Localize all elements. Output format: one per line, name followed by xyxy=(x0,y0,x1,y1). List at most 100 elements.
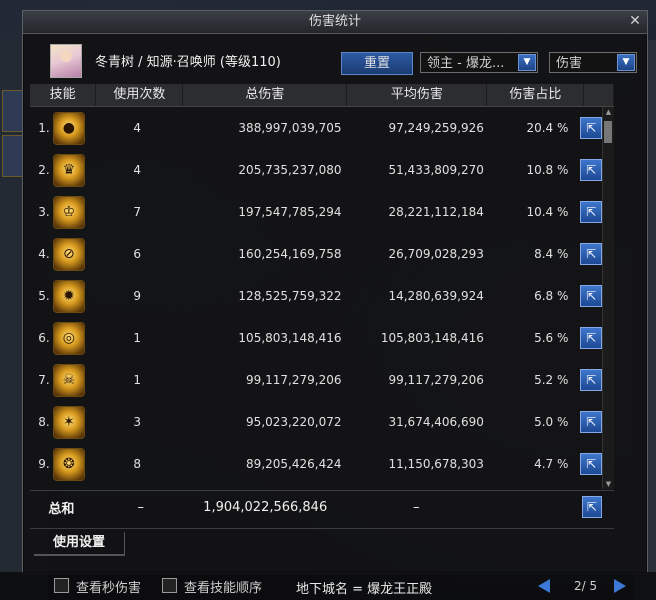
divider xyxy=(30,490,614,491)
summary-label: 总和 xyxy=(48,501,75,517)
row-uses: 3 xyxy=(133,415,141,429)
table-row[interactable]: 1. ● 4 388,997,039,705 97,249,259,926 20… xyxy=(30,107,603,149)
row-uses: 4 xyxy=(133,121,141,135)
window-titlebar[interactable]: 伤害统计 ✕ xyxy=(23,11,647,34)
share-icon[interactable]: ⇱ xyxy=(581,496,603,518)
table-scrollbar[interactable]: ▲ ▼ xyxy=(602,107,614,489)
reset-button[interactable]: 重置 xyxy=(341,52,413,75)
row-average-damage: 51,433,809,270 xyxy=(388,163,484,177)
table-row[interactable]: 7. ☠ 1 99,117,279,206 99,117,279,206 5.2… xyxy=(30,359,603,401)
row-average-damage: 26,709,028,293 xyxy=(388,247,484,261)
show-dps-label: 查看秒伤害 xyxy=(76,581,142,596)
row-uses: 9 xyxy=(133,289,141,303)
share-icon[interactable]: ⇱ xyxy=(580,453,603,475)
row-index: 3. xyxy=(38,205,50,219)
demon-face-skill-icon: ☠ xyxy=(53,364,85,396)
left-skill-slot xyxy=(2,90,24,132)
row-index: 7. xyxy=(38,373,50,387)
row-total-damage: 89,205,426,424 xyxy=(246,457,342,471)
row-total-damage: 95,023,220,072 xyxy=(246,415,342,429)
header-uses: 使用次数 xyxy=(96,84,184,106)
scroll-up-icon[interactable]: ▲ xyxy=(603,107,614,117)
rune-circle-skill-icon: ❂ xyxy=(53,448,85,480)
row-uses: 1 xyxy=(133,331,141,345)
row-damage-share: 10.4 % xyxy=(526,205,569,219)
golden-swarm-skill-icon: ♛ xyxy=(53,154,85,186)
row-index: 8. xyxy=(38,415,50,429)
row-uses: 7 xyxy=(133,205,141,219)
show-dps-checkbox[interactable] xyxy=(54,578,69,593)
row-damage-share: 20.4 % xyxy=(526,121,569,135)
scroll-down-icon[interactable]: ▼ xyxy=(603,479,614,489)
share-icon[interactable]: ⇱ xyxy=(580,201,603,223)
table-row[interactable]: 6. ◎ 1 105,803,148,416 105,803,148,416 5… xyxy=(30,317,603,359)
row-damage-share: 10.8 % xyxy=(526,163,569,177)
row-total-damage: 99,117,279,206 xyxy=(246,373,342,387)
header-total-damage: 总伤害 xyxy=(183,84,348,106)
share-icon[interactable]: ⇱ xyxy=(580,243,603,265)
header-damage-share: 伤害占比 xyxy=(487,84,585,106)
row-total-damage: 205,735,237,080 xyxy=(238,163,342,177)
table-row[interactable]: 5. ✹ 9 128,525,759,322 14,280,639,924 6.… xyxy=(30,275,603,317)
row-average-damage: 99,117,279,206 xyxy=(388,373,484,387)
share-icon[interactable]: ⇱ xyxy=(580,369,603,391)
table-row[interactable]: 8. ✶ 3 95,023,220,072 31,674,406,690 5.0… xyxy=(30,401,603,443)
avatar xyxy=(50,44,82,78)
summary-average-damage: – xyxy=(413,499,420,515)
show-skill-order-checkbox[interactable] xyxy=(162,578,177,593)
table-row[interactable]: 2. ♛ 4 205,735,237,080 51,433,809,270 10… xyxy=(30,149,603,191)
row-total-damage: 128,525,759,322 xyxy=(238,289,342,303)
show-skill-order-label: 查看技能顺序 xyxy=(184,581,263,596)
table-header: 技能 使用次数 总伤害 平均伤害 伤害占比 xyxy=(30,84,614,107)
row-index: 9. xyxy=(38,457,50,471)
vortex-skill-icon: ◎ xyxy=(53,322,85,354)
header-average-damage: 平均伤害 xyxy=(347,84,488,106)
row-average-damage: 31,674,406,690 xyxy=(388,415,484,429)
share-icon[interactable]: ⇱ xyxy=(580,327,603,349)
share-icon[interactable]: ⇱ xyxy=(580,285,603,307)
divider xyxy=(30,528,614,529)
row-average-damage: 97,249,259,926 xyxy=(388,121,484,135)
chevron-down-icon[interactable]: ▼ xyxy=(518,54,536,71)
target-dropdown-value: 领主 - 爆龙... xyxy=(427,56,505,71)
row-average-damage: 11,150,678,303 xyxy=(388,457,484,471)
header-skill: 技能 xyxy=(30,84,97,106)
table-body[interactable]: 1. ● 4 388,997,039,705 97,249,259,926 20… xyxy=(30,107,614,489)
scrollbar-thumb[interactable] xyxy=(604,121,612,143)
bottom-bar: 查看秒伤害 查看技能顺序 地下城名 = 爆龙王正殿 2/ 5 xyxy=(0,572,656,600)
row-index: 1. xyxy=(38,121,50,135)
close-icon[interactable]: ✕ xyxy=(627,14,643,30)
tab-usage-settings[interactable]: 使用设置 xyxy=(34,532,125,556)
row-damage-share: 5.0 % xyxy=(534,415,569,429)
starburst-skill-icon: ✹ xyxy=(53,280,85,312)
table-row[interactable]: 4. ⊘ 6 160,254,169,758 26,709,028,293 8.… xyxy=(30,233,603,275)
chevron-down-icon[interactable]: ▼ xyxy=(617,54,635,71)
crown-skill-icon: ♔ xyxy=(53,196,85,228)
row-damage-share: 5.6 % xyxy=(534,331,569,345)
left-skill-slot xyxy=(2,135,24,177)
table-row[interactable]: 3. ♔ 7 197,547,785,294 28,221,112,184 10… xyxy=(30,191,603,233)
page-indicator: 2/ 5 xyxy=(574,579,598,593)
table-row[interactable]: 9. ❂ 8 89,205,426,424 11,150,678,303 4.7… xyxy=(30,443,603,485)
share-icon[interactable]: ⇱ xyxy=(580,411,603,433)
row-total-damage: 388,997,039,705 xyxy=(238,121,342,135)
next-page-icon[interactable] xyxy=(614,579,626,593)
row-total-damage: 160,254,169,758 xyxy=(238,247,342,261)
row-total-damage: 197,547,785,294 xyxy=(238,205,342,219)
target-dropdown[interactable]: 领主 - 爆龙... ▼ xyxy=(420,52,538,73)
row-average-damage: 105,803,148,416 xyxy=(380,331,484,345)
claw-skill-icon: ✶ xyxy=(53,406,85,438)
share-icon[interactable]: ⇱ xyxy=(580,117,603,139)
previous-page-icon[interactable] xyxy=(538,579,550,593)
share-icon[interactable]: ⇱ xyxy=(580,159,603,181)
summary-row: 总和 – 1,904,022,566,846 – ⇱ xyxy=(30,492,603,522)
row-damage-share: 5.2 % xyxy=(534,373,569,387)
row-uses: 8 xyxy=(133,457,141,471)
row-index: 4. xyxy=(38,247,50,261)
summary-uses: – xyxy=(137,499,145,515)
metric-dropdown[interactable]: 伤害 ▼ xyxy=(549,52,637,73)
header: 冬青树 / 知源·召唤师 (等级110) 重置 领主 - 爆龙... ▼ 伤害 … xyxy=(23,34,647,84)
dark-orbs-skill-icon: ● xyxy=(53,112,85,144)
row-uses: 6 xyxy=(133,247,141,261)
row-index: 5. xyxy=(38,289,50,303)
